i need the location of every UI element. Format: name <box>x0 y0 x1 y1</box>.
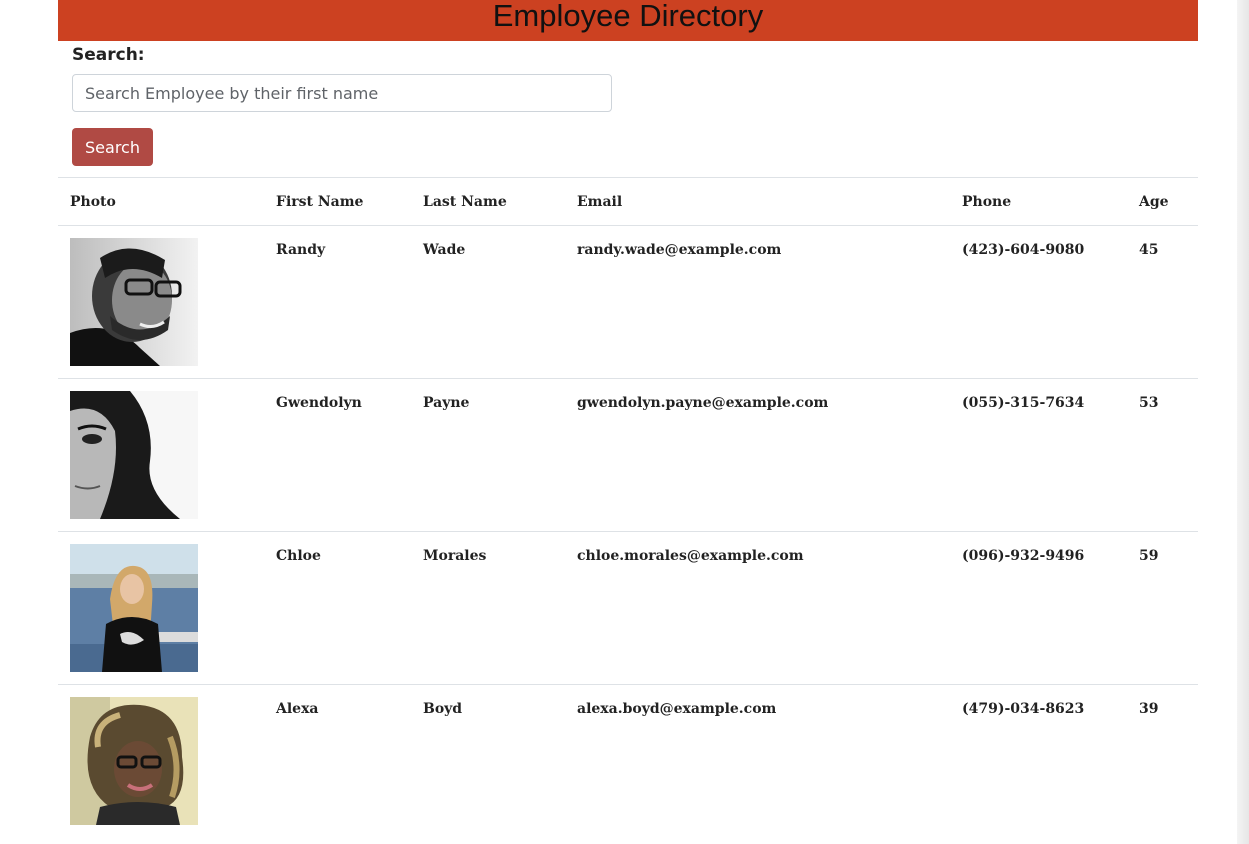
column-header-photo[interactable]: Photo <box>58 177 264 226</box>
column-header-email[interactable]: Email <box>565 177 950 226</box>
phone-cell: (479)-034-8623 <box>950 684 1127 838</box>
search-label: Search: <box>72 45 145 65</box>
phone-cell: (055)-315-7634 <box>950 378 1127 532</box>
table-row: Randy Wade randy.wade@example.com (423)-… <box>58 225 1198 379</box>
search-input[interactable] <box>72 74 612 112</box>
table-row: Chloe Morales chloe.morales@example.com … <box>58 531 1198 685</box>
age-cell: 59 <box>1127 531 1198 685</box>
employee-photo <box>70 544 198 672</box>
first-name-cell: Gwendolyn <box>264 378 411 532</box>
email-cell: randy.wade@example.com <box>565 225 950 379</box>
last-name-cell: Boyd <box>411 684 565 838</box>
column-header-phone[interactable]: Phone <box>950 177 1127 226</box>
phone-cell: (423)-604-9080 <box>950 225 1127 379</box>
employee-photo <box>70 238 198 366</box>
first-name-cell: Randy <box>264 225 411 379</box>
first-name-cell: Alexa <box>264 684 411 838</box>
photo-cell <box>58 225 264 379</box>
photo-cell <box>58 684 264 838</box>
age-cell: 53 <box>1127 378 1198 532</box>
email-cell: gwendolyn.payne@example.com <box>565 378 950 532</box>
column-header-first-name[interactable]: First Name <box>264 177 411 226</box>
email-cell: alexa.boyd@example.com <box>565 684 950 838</box>
email-cell: chloe.morales@example.com <box>565 531 950 685</box>
age-cell: 45 <box>1127 225 1198 379</box>
employee-photo <box>70 391 198 519</box>
employee-table: Photo First Name Last Name Email Phone A… <box>58 177 1198 838</box>
last-name-cell: Morales <box>411 531 565 685</box>
app-container: Employee Directory Search: Search Photo … <box>58 0 1198 838</box>
photo-cell <box>58 531 264 685</box>
age-cell: 39 <box>1127 684 1198 838</box>
photo-cell <box>58 378 264 532</box>
page-title: Employee Directory <box>492 0 764 33</box>
employee-photo <box>70 697 198 825</box>
phone-cell: (096)-932-9496 <box>950 531 1127 685</box>
table-header-row: Photo First Name Last Name Email Phone A… <box>58 177 1198 226</box>
column-header-last-name[interactable]: Last Name <box>411 177 565 226</box>
window-edge-shadow <box>1237 0 1249 844</box>
last-name-cell: Payne <box>411 378 565 532</box>
table-row: Alexa Boyd alexa.boyd@example.com (479)-… <box>58 684 1198 838</box>
column-header-age[interactable]: Age <box>1127 177 1198 226</box>
search-button[interactable]: Search <box>72 128 153 166</box>
app-header: Employee Directory <box>58 0 1198 41</box>
table-row: Gwendolyn Payne gwendolyn.payne@example.… <box>58 378 1198 532</box>
first-name-cell: Chloe <box>264 531 411 685</box>
search-form: Search: Search <box>58 41 1198 177</box>
last-name-cell: Wade <box>411 225 565 379</box>
